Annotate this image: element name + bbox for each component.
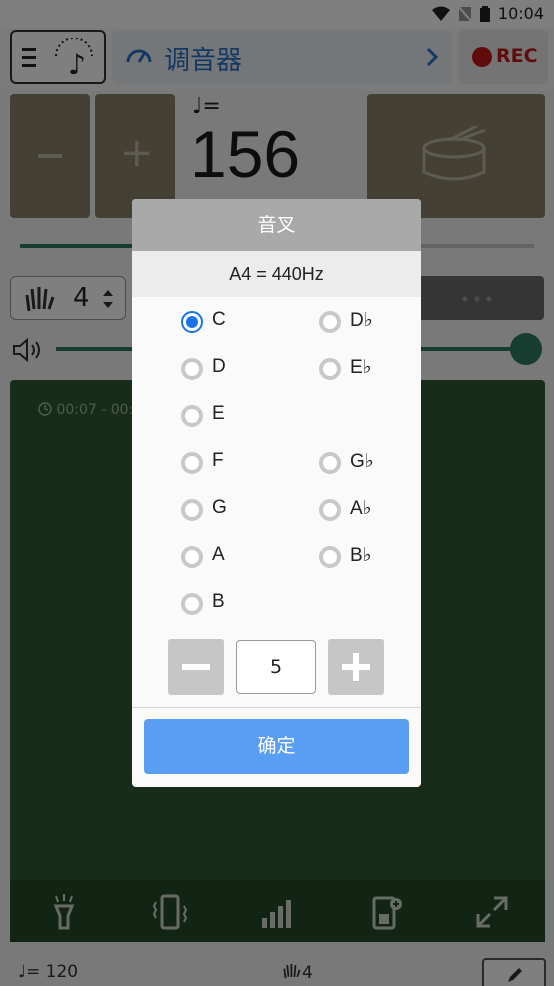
note-label: D — [212, 356, 226, 377]
note-label: A♭ — [350, 498, 372, 519]
note-option-g[interactable]: G — [181, 495, 291, 525]
note-option-a[interactable]: A — [181, 542, 291, 572]
note-option-b-flat[interactable]: B♭ — [319, 542, 421, 572]
note-label: F — [212, 450, 224, 471]
note-option-a-flat[interactable]: A♭ — [319, 495, 421, 525]
radio-icon — [181, 452, 203, 474]
note-label: B — [212, 591, 225, 612]
note-option-e[interactable]: E — [181, 401, 291, 431]
radio-icon — [181, 405, 203, 427]
note-label: B♭ — [350, 545, 372, 566]
tuning-fork-dialog: 音叉 A4 = 440Hz C D♭ D E♭ E F G♭ G A♭ A B♭… — [132, 199, 421, 787]
radio-icon — [319, 452, 341, 474]
radio-icon — [181, 499, 203, 521]
note-label: E♭ — [350, 357, 372, 378]
radio-selected-icon — [181, 311, 203, 333]
note-option-b[interactable]: B — [181, 589, 291, 619]
confirm-button[interactable]: 确定 — [144, 719, 409, 774]
octave-increase-button[interactable] — [328, 639, 384, 695]
radio-icon — [181, 358, 203, 380]
radio-icon — [181, 593, 203, 615]
octave-decrease-button[interactable] — [168, 639, 224, 695]
note-option-f[interactable]: F — [181, 448, 291, 478]
dialog-title: 音叉 — [132, 199, 421, 251]
note-label: G — [212, 497, 227, 518]
radio-icon — [181, 546, 203, 568]
radio-icon — [319, 358, 341, 380]
note-option-c[interactable]: C — [181, 307, 291, 337]
note-label: A — [212, 544, 225, 565]
radio-icon — [319, 311, 341, 333]
note-label: D♭ — [350, 310, 373, 331]
note-label: E — [212, 403, 225, 424]
reference-pitch: A4 = 440Hz — [132, 251, 421, 297]
note-option-g-flat[interactable]: G♭ — [319, 448, 421, 478]
note-label: C — [212, 309, 226, 330]
octave-input[interactable]: 5 — [236, 640, 316, 694]
note-option-d-flat[interactable]: D♭ — [319, 307, 421, 337]
divider — [132, 707, 421, 708]
note-option-d[interactable]: D — [181, 354, 291, 384]
note-option-e-flat[interactable]: E♭ — [319, 354, 421, 384]
note-label: G♭ — [350, 451, 374, 472]
radio-icon — [319, 499, 341, 521]
radio-icon — [319, 546, 341, 568]
